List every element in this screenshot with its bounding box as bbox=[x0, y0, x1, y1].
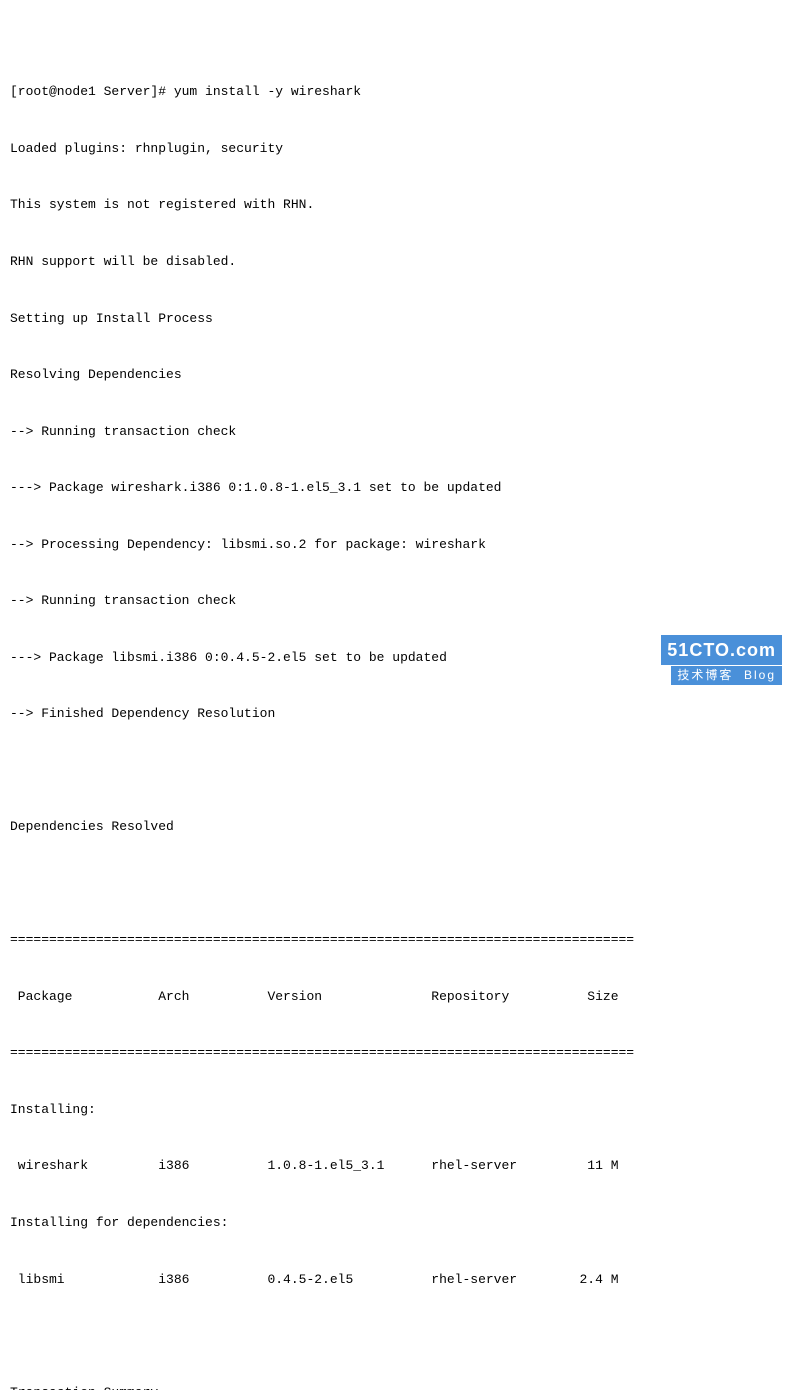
terminal-window: [root@node1 Server]# yum install -y wire… bbox=[0, 0, 792, 1390]
line-transaction-summary: Transaction Summary bbox=[10, 1384, 782, 1390]
line-12: --> Finished Dependency Resolution bbox=[10, 705, 782, 724]
line-blank-2 bbox=[10, 875, 782, 894]
line-1: [root@node1 Server]# yum install -y wire… bbox=[10, 83, 782, 102]
line-blank-3 bbox=[10, 1327, 782, 1346]
line-installing-header: Installing: bbox=[10, 1101, 782, 1120]
line-wireshark: wireshark i386 1.0.8-1.el5_3.1 rhel-serv… bbox=[10, 1157, 782, 1176]
line-9: --> Processing Dependency: libsmi.so.2 f… bbox=[10, 536, 782, 555]
line-5: Setting up Install Process bbox=[10, 310, 782, 329]
watermark-site: 51CTO.com bbox=[661, 635, 782, 665]
line-10: --> Running transaction check bbox=[10, 592, 782, 611]
line-6: Resolving Dependencies bbox=[10, 366, 782, 385]
watermark-blog: 技术博客 Blog bbox=[671, 666, 782, 685]
watermark: 51CTO.com 技术博客 Blog bbox=[661, 635, 782, 685]
line-3: This system is not registered with RHN. bbox=[10, 196, 782, 215]
line-blank-1 bbox=[10, 762, 782, 781]
line-4: RHN support will be disabled. bbox=[10, 253, 782, 272]
line-sep-1: ========================================… bbox=[10, 931, 782, 950]
line-libsmi: libsmi i386 0.4.5-2.el5 rhel-server 2.4 … bbox=[10, 1271, 782, 1290]
line-dep-header: Installing for dependencies: bbox=[10, 1214, 782, 1233]
line-13: Dependencies Resolved bbox=[10, 818, 782, 837]
line-7: --> Running transaction check bbox=[10, 423, 782, 442]
line-header: Package Arch Version Repository Size bbox=[10, 988, 782, 1007]
line-sep-2: ========================================… bbox=[10, 1044, 782, 1063]
line-2: Loaded plugins: rhnplugin, security bbox=[10, 140, 782, 159]
line-8: ---> Package wireshark.i386 0:1.0.8-1.el… bbox=[10, 479, 782, 498]
terminal-content: [root@node1 Server]# yum install -y wire… bbox=[10, 46, 782, 1390]
